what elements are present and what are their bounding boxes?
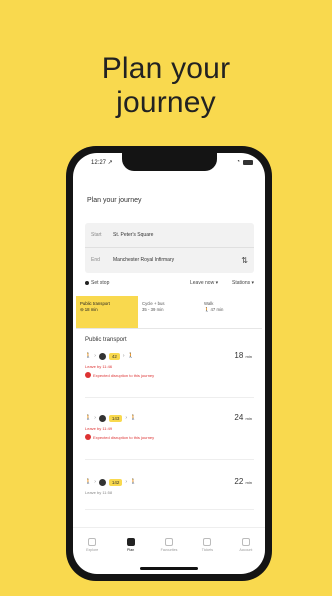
route-duration: 18 min xyxy=(234,351,252,360)
notch xyxy=(122,153,217,171)
route-card[interactable]: 🚶 › 42 › 🚶 18 min Leave by 11:46 Expected … xyxy=(85,349,254,398)
tab-label: Account xyxy=(239,548,253,552)
walk-icon: 🚶 xyxy=(85,353,92,359)
arrow-icon: › xyxy=(125,479,128,485)
journey-options: Set stop Leave now ▾ Stations ▾ xyxy=(85,277,254,291)
headline: Plan your journey xyxy=(0,52,332,120)
stop-icon xyxy=(85,281,89,285)
swap-icon[interactable]: ⇅ xyxy=(241,256,248,265)
journey-fields: Start St. Peter's Square End Manchester … xyxy=(85,223,254,273)
arrow-icon: › xyxy=(125,415,128,421)
duration-value: 22 xyxy=(234,477,244,486)
disruption-alert: Expected disruption to this journey xyxy=(85,372,254,378)
tab-explore[interactable]: Explore xyxy=(73,528,111,562)
leave-by: Leave by 11:58 xyxy=(85,490,113,495)
duration-unit: min xyxy=(245,480,252,485)
bus-icon xyxy=(98,414,106,422)
alert-icon xyxy=(85,434,91,440)
status-time: 12:27 ↗ xyxy=(91,160,113,166)
duration-unit: min xyxy=(245,416,252,421)
headline-line-1: Plan your xyxy=(101,52,231,85)
tab-label: Plan xyxy=(127,548,135,552)
walk-icon: 🚶 xyxy=(130,415,137,421)
tab-label: Tickets xyxy=(201,548,214,552)
alert-text: Expected disruption to this journey xyxy=(93,434,155,440)
route-badge: 42 xyxy=(108,352,120,360)
ticket-icon xyxy=(203,538,212,546)
screen-title: Plan your journey xyxy=(87,197,142,204)
to-field[interactable]: End Manchester Royal Infirmary ⇅ xyxy=(85,248,254,272)
bus-icon xyxy=(98,478,106,486)
battery-icon xyxy=(243,159,253,165)
arrow-icon: › xyxy=(94,415,96,421)
arrow-icon: › xyxy=(94,479,96,485)
phone-frame: 12:27 ↗ ◔ Plan your journey Start St. Pe… xyxy=(66,146,272,581)
mode-sub: 35 - 39 min xyxy=(142,307,164,312)
bus-icon xyxy=(98,352,106,360)
bottom-tab-bar: Explore Plan Favourites Tickets Account xyxy=(73,527,265,562)
route-badge: 143 xyxy=(108,414,123,422)
account-icon xyxy=(241,538,250,546)
duration-value: 18 xyxy=(234,351,244,360)
arrow-icon: › xyxy=(94,353,96,359)
wifi-icon: ◔ xyxy=(236,159,240,165)
alert-icon xyxy=(85,372,91,378)
mode-tabs: Public transport ⊖ 18 min Cycle + bus 35… xyxy=(76,296,262,329)
section-title: Public transport xyxy=(85,337,127,343)
mode-sub: ⊖ 18 min xyxy=(80,307,98,312)
mode-walk[interactable]: Walk 🚶 47 min xyxy=(200,296,262,328)
route-duration: 24 min xyxy=(234,413,252,422)
from-value: St. Peter's Square xyxy=(113,232,154,238)
tab-account[interactable]: Account xyxy=(227,528,265,562)
route-duration: 22 min xyxy=(234,477,252,486)
stations-dropdown[interactable]: Stations ▾ xyxy=(232,280,254,286)
status-icons: ◔ xyxy=(236,159,253,165)
tab-tickets[interactable]: Tickets xyxy=(188,528,226,562)
mode-cycle-bus[interactable]: Cycle + bus 35 - 39 min xyxy=(138,296,200,328)
duration-unit: min xyxy=(245,354,252,359)
to-label: End xyxy=(91,257,100,263)
tab-plan[interactable]: Plan xyxy=(111,528,149,562)
duration-value: 24 xyxy=(234,413,244,422)
route-legs: 🚶 › 42 › 🚶 xyxy=(85,349,254,363)
disruption-alert: Expected disruption to this journey xyxy=(85,434,254,440)
leave-by: Leave by 11:46 xyxy=(85,364,113,369)
headline-line-2: journey xyxy=(116,86,216,119)
arrow-icon: › xyxy=(122,353,125,359)
walk-icon: 🚶 xyxy=(85,479,92,485)
from-field[interactable]: Start St. Peter's Square xyxy=(85,223,254,248)
route-card[interactable]: 🚶 › 142 › 🚶 22 min Leave by 11:58 xyxy=(85,475,254,510)
alert-text: Expected disruption to this journey xyxy=(93,372,155,378)
set-stop-label: Set stop xyxy=(91,280,110,286)
set-stop-button[interactable]: Set stop xyxy=(85,280,109,286)
route-legs: 🚶 › 143 › 🚶 xyxy=(85,411,254,425)
tab-label: Favourites xyxy=(160,548,178,552)
leave-by: Leave by 11:49 xyxy=(85,426,113,431)
walk-icon: 🚶 xyxy=(127,353,134,359)
from-label: Start xyxy=(91,232,102,238)
explore-icon xyxy=(88,538,97,546)
to-value: Manchester Royal Infirmary xyxy=(113,257,175,263)
leave-now-dropdown[interactable]: Leave now ▾ xyxy=(190,280,218,286)
mode-sub: 🚶 47 min xyxy=(204,307,224,312)
tab-label: Explore xyxy=(86,548,99,552)
phone-screen: 12:27 ↗ ◔ Plan your journey Start St. Pe… xyxy=(73,153,265,574)
route-badge: 142 xyxy=(108,478,123,486)
plan-icon xyxy=(126,538,135,546)
walk-icon: 🚶 xyxy=(85,415,92,421)
star-icon xyxy=(165,538,174,546)
home-indicator xyxy=(140,567,198,570)
tab-favourites[interactable]: Favourites xyxy=(150,528,188,562)
route-card[interactable]: 🚶 › 143 › 🚶 24 min Leave by 11:49 Expected… xyxy=(85,411,254,460)
route-legs: 🚶 › 142 › 🚶 xyxy=(85,475,254,489)
mode-public-transport[interactable]: Public transport ⊖ 18 min xyxy=(76,296,138,328)
walk-icon: 🚶 xyxy=(130,479,137,485)
